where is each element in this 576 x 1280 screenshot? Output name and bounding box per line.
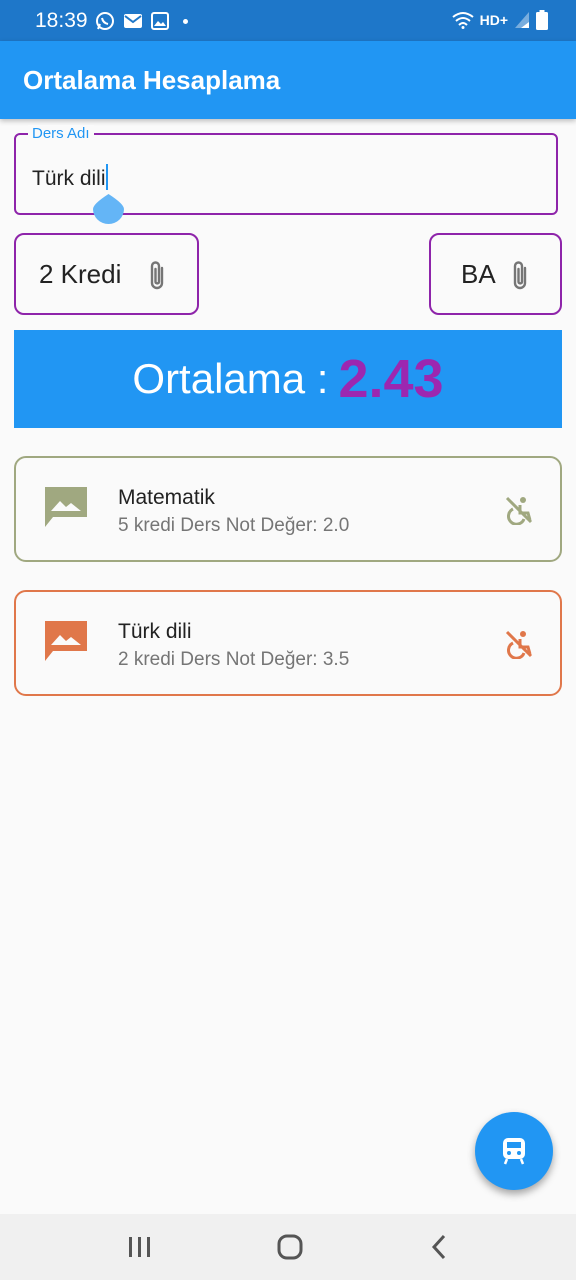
whatsapp-icon bbox=[96, 12, 114, 30]
average-banner: Ortalama : 2.43 bbox=[14, 330, 562, 428]
recent-apps-icon[interactable] bbox=[128, 1234, 152, 1260]
course-card[interactable]: Matematik 5 kredi Ders Not Değer: 2.0 bbox=[14, 456, 562, 562]
not-dropdown[interactable]: BA bbox=[429, 233, 562, 315]
course-detail: 2 kredi Ders Not Değer: 3.5 bbox=[118, 649, 350, 670]
paperclip-icon bbox=[513, 261, 527, 290]
gallery-icon bbox=[151, 12, 169, 30]
app-bar: Ortalama Hesaplama bbox=[0, 41, 576, 119]
course-name: Türk dili bbox=[118, 620, 192, 643]
add-course-fab[interactable] bbox=[475, 1112, 553, 1190]
ders-adi-label: Ders Adı bbox=[28, 125, 94, 142]
kredi-dropdown[interactable]: 2 Kredi bbox=[14, 233, 199, 315]
paperclip-icon bbox=[150, 261, 164, 290]
image-icon bbox=[45, 487, 87, 527]
app-title: Ortalama Hesaplama bbox=[23, 65, 281, 95]
ders-adi-input[interactable]: Türk dili bbox=[32, 164, 108, 191]
home-icon[interactable] bbox=[277, 1234, 303, 1260]
text-cursor bbox=[105, 164, 108, 190]
course-name: Matematik bbox=[118, 486, 215, 509]
notification-icons bbox=[95, 10, 188, 32]
kredi-selected-value: 2 Kredi bbox=[39, 258, 122, 289]
dot-icon bbox=[183, 18, 188, 24]
average-value: 2.43 bbox=[338, 349, 444, 409]
mail-icon bbox=[124, 14, 142, 28]
battery-icon bbox=[536, 10, 548, 30]
wifi-icon bbox=[451, 12, 474, 29]
status-time: 18:39 bbox=[35, 9, 88, 32]
train-icon bbox=[503, 1138, 525, 1165]
image-icon bbox=[45, 621, 87, 661]
average-label: Ortalama : bbox=[132, 355, 329, 402]
network-type: HD+ bbox=[479, 12, 508, 28]
system-icons: HD+ bbox=[451, 9, 548, 31]
back-icon[interactable] bbox=[430, 1234, 448, 1260]
text-cursor-handle[interactable] bbox=[93, 190, 124, 224]
course-card[interactable]: Türk dili 2 kredi Ders Not Değer: 3.5 bbox=[14, 590, 562, 696]
not-selected-value: BA bbox=[461, 258, 496, 289]
system-nav-bar bbox=[0, 1214, 576, 1280]
status-bar: 18:39 HD+ bbox=[0, 0, 576, 41]
accessible-off-icon[interactable] bbox=[504, 629, 534, 659]
signal-icon bbox=[515, 12, 529, 28]
course-detail: 5 kredi Ders Not Değer: 2.0 bbox=[118, 515, 350, 536]
accessible-off-icon[interactable] bbox=[504, 495, 534, 525]
ders-adi-value: Türk dili bbox=[32, 167, 106, 190]
